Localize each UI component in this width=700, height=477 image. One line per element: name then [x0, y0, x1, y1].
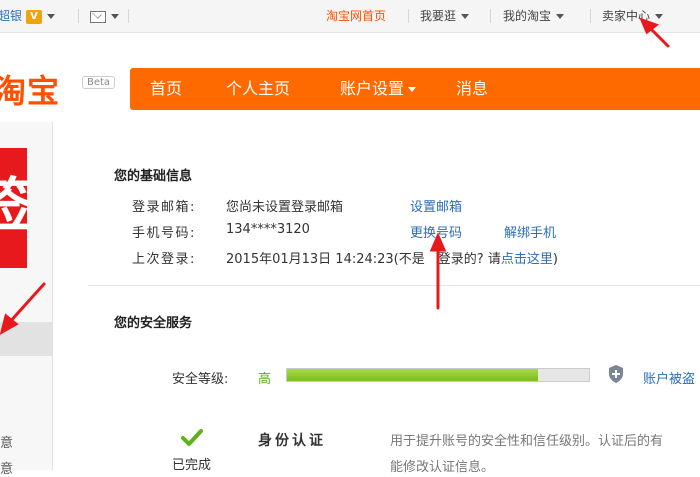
change-phone-link[interactable]: 更换号码 [410, 222, 462, 241]
security-level-value: 高 [258, 372, 272, 387]
separator [590, 9, 591, 23]
separator [490, 9, 491, 23]
security-level-fill [287, 369, 538, 381]
nav-messages[interactable]: 消息 [456, 68, 488, 110]
security-title: 您的安全服务 [114, 316, 193, 331]
browse-menu-label: 我要逛 [420, 9, 457, 23]
last-login-time: 2015年01月13日 14:24:23(不是 [226, 252, 425, 267]
my-taobao-menu[interactable]: 我的淘宝 [503, 0, 565, 32]
vip-link-label: 超银 [0, 9, 23, 23]
browse-menu[interactable]: 我要逛 [420, 0, 470, 32]
taobao-logo[interactable]: 淘宝 [0, 66, 60, 112]
mail-menu[interactable] [90, 0, 119, 32]
beta-badge: Beta [82, 76, 116, 89]
last-login-question: 登录的? 请 [437, 252, 501, 267]
chevron-down-icon [47, 14, 56, 19]
main-nav: 首页 个人主页 账户设置 消息 [130, 68, 700, 110]
last-login-label: 上次登录: [132, 252, 196, 267]
email-value: 您尚未设置登录邮箱 [226, 200, 344, 215]
vip-link[interactable]: 超银 V [0, 0, 56, 32]
separator [128, 9, 129, 23]
account-stolen-link[interactable]: 账户被盗 [643, 368, 695, 387]
done-status: 已完成 [172, 458, 212, 473]
chevron-down-icon [111, 14, 119, 19]
service-description: 能修改认证信息。 [390, 460, 495, 475]
my-taobao-label: 我的淘宝 [503, 9, 552, 23]
last-login-close: ) [552, 252, 558, 267]
chevron-down-icon [655, 14, 664, 19]
section-divider [88, 285, 700, 286]
nav-account-settings[interactable]: 账户设置 [340, 68, 417, 110]
email-label: 登录邮箱: [132, 200, 196, 215]
chevron-down-icon [408, 87, 417, 92]
check-icon [181, 429, 203, 446]
security-level-label: 安全等级: [172, 372, 229, 387]
security-level-bar [286, 368, 590, 382]
seller-center-label: 卖家中心 [602, 9, 651, 23]
top-bar: 超银 V 淘宝网首页 我要逛 我的淘宝 卖家中心 [0, 0, 700, 33]
sidebar-active-item[interactable] [0, 322, 52, 356]
phone-label: 手机号码: [132, 226, 196, 241]
seller-center-menu[interactable]: 卖家中心 [602, 0, 664, 32]
sidebar-item-label[interactable]: 意 [0, 432, 13, 451]
basic-info-title: 您的基础信息 [114, 169, 193, 184]
sidebar-item-label[interactable]: 意 [0, 458, 13, 477]
separator [408, 9, 409, 23]
separator [78, 9, 79, 23]
shield-icon [609, 365, 623, 383]
last-login-value: 2015年01月13日 14:24:23(不是您登录的? 请点击这里) [226, 248, 558, 267]
unbind-phone-link[interactable]: 解绑手机 [504, 222, 556, 241]
identity-verification-title: 身份认证 [258, 433, 326, 449]
click-here-link[interactable]: 点击这里 [501, 252, 553, 267]
nav-account-settings-label: 账户设置 [340, 79, 405, 98]
set-email-link[interactable]: 设置邮箱 [410, 196, 462, 215]
vip-icon: V [26, 9, 43, 24]
service-description: 用于提升账号的安全性和信任级别。认证后的有 [390, 434, 664, 449]
nav-home[interactable]: 首页 [150, 68, 182, 110]
phone-value: 134****3120 [226, 222, 310, 237]
nav-profile[interactable]: 个人主页 [226, 68, 290, 110]
sign-in-banner[interactable]: 签 [0, 148, 27, 268]
taobao-home-link[interactable]: 淘宝网首页 [326, 0, 386, 32]
mail-icon [90, 10, 106, 23]
last-login-hidden-char: 您 [424, 252, 438, 267]
chevron-down-icon [461, 14, 470, 19]
banner-char: 签 [0, 158, 27, 242]
chevron-down-icon [556, 14, 565, 19]
